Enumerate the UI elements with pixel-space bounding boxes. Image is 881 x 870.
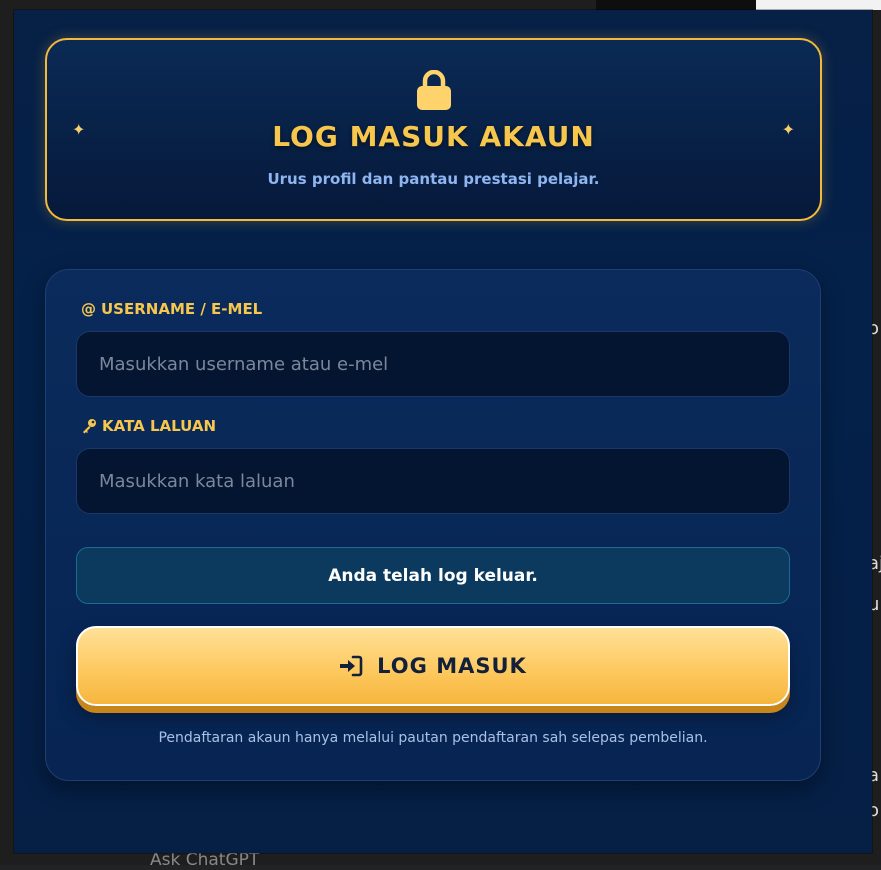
login-form: @ USERNAME / E-MEL KATA LALUAN Anda tela… [45, 269, 821, 781]
status-message: Anda telah log keluar. [76, 547, 790, 604]
username-field-wrapper [76, 331, 790, 397]
username-label: @ USERNAME / E-MEL [81, 300, 262, 318]
login-modal: ✦ ✦ LOG MASUK AKAUN Urus profil dan pant… [14, 10, 872, 853]
login-header-card: ✦ ✦ LOG MASUK AKAUN Urus profil dan pant… [45, 38, 822, 221]
login-button-label: LOG MASUK [377, 654, 527, 678]
username-field[interactable] [97, 352, 769, 376]
lock-icon [417, 70, 451, 110]
page-subtitle: Urus profil dan pantau prestasi pelajar. [267, 170, 600, 188]
background-topbar [596, 0, 881, 11]
username-label-text: USERNAME / E-MEL [101, 300, 263, 318]
background-ask-chatgpt: Ask ChatGPT [150, 850, 260, 870]
at-sign-icon: @ [81, 300, 96, 318]
login-button[interactable]: LOG MASUK [76, 626, 790, 706]
password-field[interactable] [97, 469, 769, 493]
sign-in-icon [340, 655, 363, 677]
registration-note: Pendaftaran akaun hanya melalui pautan p… [158, 730, 708, 746]
page-title: LOG MASUK AKAUN [272, 120, 595, 153]
password-label-text: KATA LALUAN [102, 417, 217, 435]
password-field-wrapper [76, 448, 790, 514]
key-icon [83, 419, 96, 434]
password-label: KATA LALUAN [81, 417, 216, 435]
